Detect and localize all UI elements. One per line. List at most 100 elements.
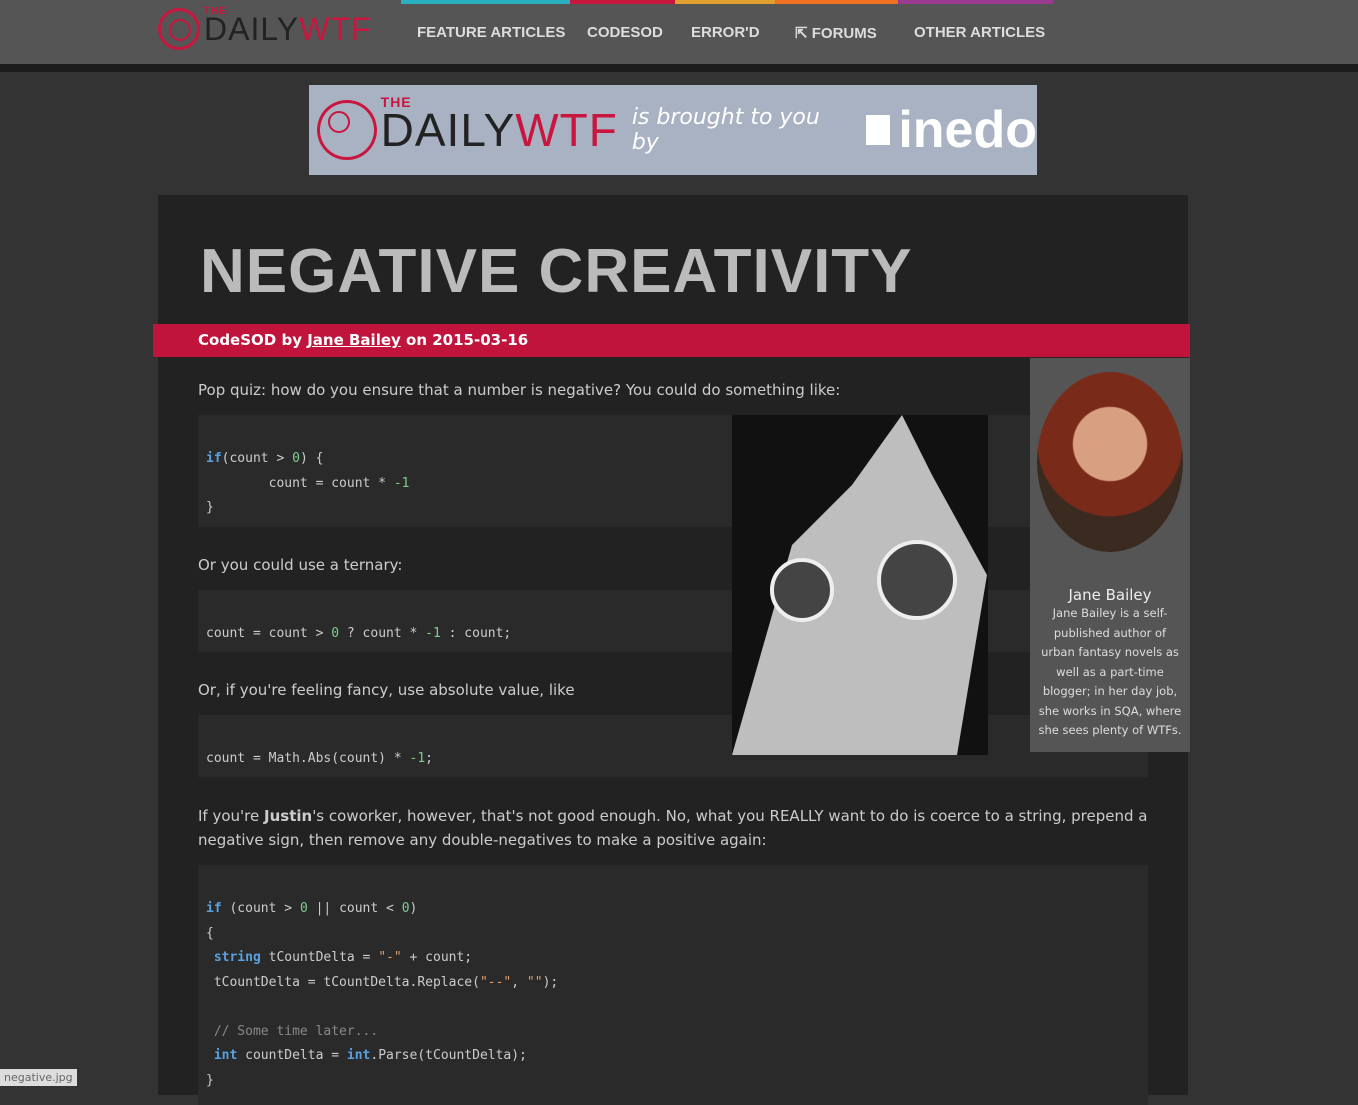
external-link-icon: ⇱ <box>795 25 812 42</box>
code-token-kw: string <box>206 950 261 965</box>
author-bio: Jane Bailey is a self-published author o… <box>1038 606 1182 737</box>
code-token: { <box>206 925 214 941</box>
p4-text: 's coworker, however, that's not good en… <box>198 807 1148 849</box>
code-line: if (count > 0 || count < 0) <box>206 897 1140 922</box>
logo-the: THE <box>204 6 227 17</box>
paragraph: Or, if you're feeling fancy, use absolut… <box>198 681 575 699</box>
inedo-label: inedo <box>898 101 1037 159</box>
p4-bold: Justin <box>264 807 313 825</box>
on-label: on <box>406 331 428 349</box>
big-ben-image <box>732 415 988 755</box>
code-token-cm: // Some time later... <box>206 1023 379 1039</box>
code-block: count = Math.Abs(count) * -1; <box>198 715 1148 777</box>
code-token-num: -1 <box>425 626 441 641</box>
code-token: ? count * <box>339 626 426 641</box>
code-token-kw: if <box>206 451 222 466</box>
sponsor-banner[interactable]: THE DAILYWTF is brought to you by inedo <box>309 85 1037 175</box>
p4-text: If you're <box>198 807 264 825</box>
code-token: count = count > <box>206 626 332 641</box>
nav-codesod[interactable]: CODESOD <box>587 24 663 41</box>
code-token-num: -1 <box>409 751 426 766</box>
nav-forums-label: FORUMS <box>811 25 877 42</box>
by-label: by <box>281 331 302 349</box>
banner-the: THE <box>380 94 412 110</box>
code-token: countDelta = <box>237 1048 347 1063</box>
code-line: tCountDelta = tCountDelta.Replace("--", … <box>206 971 1140 996</box>
code-token-num: 0 <box>299 901 308 916</box>
code-token: count = Math.Abs(count) * <box>206 751 410 766</box>
author-avatar <box>1037 372 1183 552</box>
code-token: (count > <box>221 901 300 916</box>
code-line: // Some time later... <box>206 1020 1140 1045</box>
code-token: ; <box>425 751 433 766</box>
nav-errord[interactable]: ERROR'D <box>691 24 760 41</box>
code-token: } <box>206 1072 214 1088</box>
nav-other-articles[interactable]: OTHER ARTICLES <box>914 24 1045 41</box>
date: 2015-03-16 <box>432 331 529 349</box>
code-line: if(count > 0) { <box>206 447 1140 472</box>
code-line: string tCountDelta = "-" + count; <box>206 946 1140 971</box>
banner-daily: DAILY <box>380 104 516 156</box>
accent-bar <box>675 0 775 4</box>
accent-bar <box>775 0 898 4</box>
code-token-kw: int <box>206 1048 238 1063</box>
inedo-logo: inedo <box>866 100 1037 160</box>
site-logo[interactable]: THE DAILYWTF <box>158 6 372 50</box>
code-line: { <box>206 922 1140 947</box>
code-token-num: 0 <box>292 451 300 466</box>
nav-forums[interactable]: ⇱ FORUMS <box>795 24 877 42</box>
code-block: if (count > 0 || count < 0) { string tCou… <box>198 865 1148 1105</box>
paragraph: If you're Justin's coworker, however, th… <box>198 804 1148 852</box>
code-token-num: 0 <box>331 626 340 641</box>
code-token: tCountDelta = tCountDelta.Replace( <box>206 974 480 990</box>
code-line: count = count * -1 <box>206 472 1140 497</box>
code-token: .Parse(tCountDelta); <box>370 1048 527 1063</box>
code-block: if(count > 0) { count = count * -1} <box>198 415 1148 527</box>
code-token: || count < <box>307 901 402 916</box>
clock-tower-illustration <box>732 415 987 755</box>
code-token: ) <box>409 901 418 916</box>
accent-bar <box>401 0 570 4</box>
code-token: tCountDelta = <box>260 950 379 965</box>
code-block: count = count > 0 ? count * -1 : count; <box>198 590 1148 652</box>
article-title: NEGATIVE CREATIVITY <box>200 237 913 306</box>
nav-feature-articles[interactable]: FEATURE ARTICLES <box>417 24 565 41</box>
logo-icon <box>158 8 200 50</box>
code-line: count = count > 0 ? count * -1 : count; <box>206 622 1140 647</box>
accent-bar <box>898 0 1053 4</box>
accent-bar <box>570 0 675 4</box>
code-line: } <box>206 1069 1140 1094</box>
byline: CodeSOD by Jane Bailey on 2015-03-16 <box>153 324 1190 357</box>
author-link[interactable]: Jane Bailey <box>307 331 401 349</box>
code-line: count = Math.Abs(count) * -1; <box>206 747 1140 772</box>
site-header: THE DAILYWTF FEATURE ARTICLES CODESOD ERR… <box>0 0 1358 72</box>
status-url: negative.jpg <box>0 1069 77 1086</box>
code-token: ) { <box>299 451 324 466</box>
code-token: count = count * <box>206 475 394 491</box>
code-token-str: "" <box>526 974 543 990</box>
code-token: (count > <box>221 451 293 466</box>
code-token-str: "-" <box>378 950 402 965</box>
author-name[interactable]: Jane Bailey <box>1030 586 1190 604</box>
code-token: : count; <box>440 626 512 641</box>
inedo-mark-icon <box>866 115 891 145</box>
logo-icon <box>317 100 377 160</box>
code-line: int countDelta = int.Parse(tCountDelta); <box>206 1044 1140 1069</box>
author-sidebar: Jane Bailey Jane Bailey is a self-publis… <box>1030 358 1190 752</box>
code-token-kw: if <box>206 901 222 916</box>
paragraph: Pop quiz: how do you ensure that a numbe… <box>198 381 841 399</box>
code-token: + count; <box>401 950 473 965</box>
code-line: } <box>206 496 1140 521</box>
code-token-kw: int <box>346 1048 371 1063</box>
category[interactable]: CodeSOD <box>198 331 276 349</box>
code-token-num: -1 <box>393 475 410 491</box>
code-token: } <box>206 500 214 515</box>
banner-wtf: WTF <box>515 104 618 156</box>
code-token: , <box>511 974 527 990</box>
banner-tagline: is brought to you by <box>631 105 820 155</box>
code-token-num: 0 <box>401 901 410 916</box>
paragraph: Or you could use a ternary: <box>198 556 403 574</box>
code-token: ); <box>542 974 559 990</box>
logo-wtf: WTF <box>299 11 372 47</box>
